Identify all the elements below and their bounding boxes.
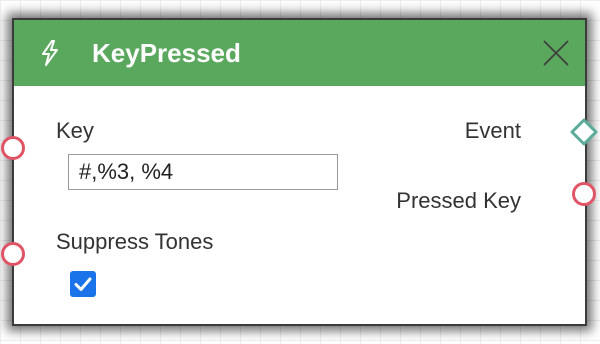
key-pressed-node[interactable]: KeyPressed Key Suppress Tones Event Pres… <box>1 18 598 326</box>
pressed-key-output-port[interactable] <box>572 182 596 206</box>
key-label: Key <box>56 118 94 143</box>
suppress-tones-label: Suppress Tones <box>56 229 214 254</box>
suppress-tones-checkbox[interactable] <box>70 271 96 297</box>
node-title: KeyPressed <box>92 38 241 68</box>
suppress-tones-input-port[interactable] <box>1 242 25 266</box>
close-icon[interactable] <box>538 35 574 71</box>
key-input[interactable] <box>68 154 338 190</box>
node-header[interactable]: KeyPressed <box>14 20 585 86</box>
pressed-key-output-label: Pressed Key <box>396 188 521 213</box>
key-input-port[interactable] <box>1 136 25 160</box>
lightning-bolt-icon <box>42 40 58 66</box>
checkmark-icon <box>74 277 92 291</box>
event-output-label: Event <box>464 118 521 143</box>
event-output-port[interactable] <box>570 118 598 146</box>
